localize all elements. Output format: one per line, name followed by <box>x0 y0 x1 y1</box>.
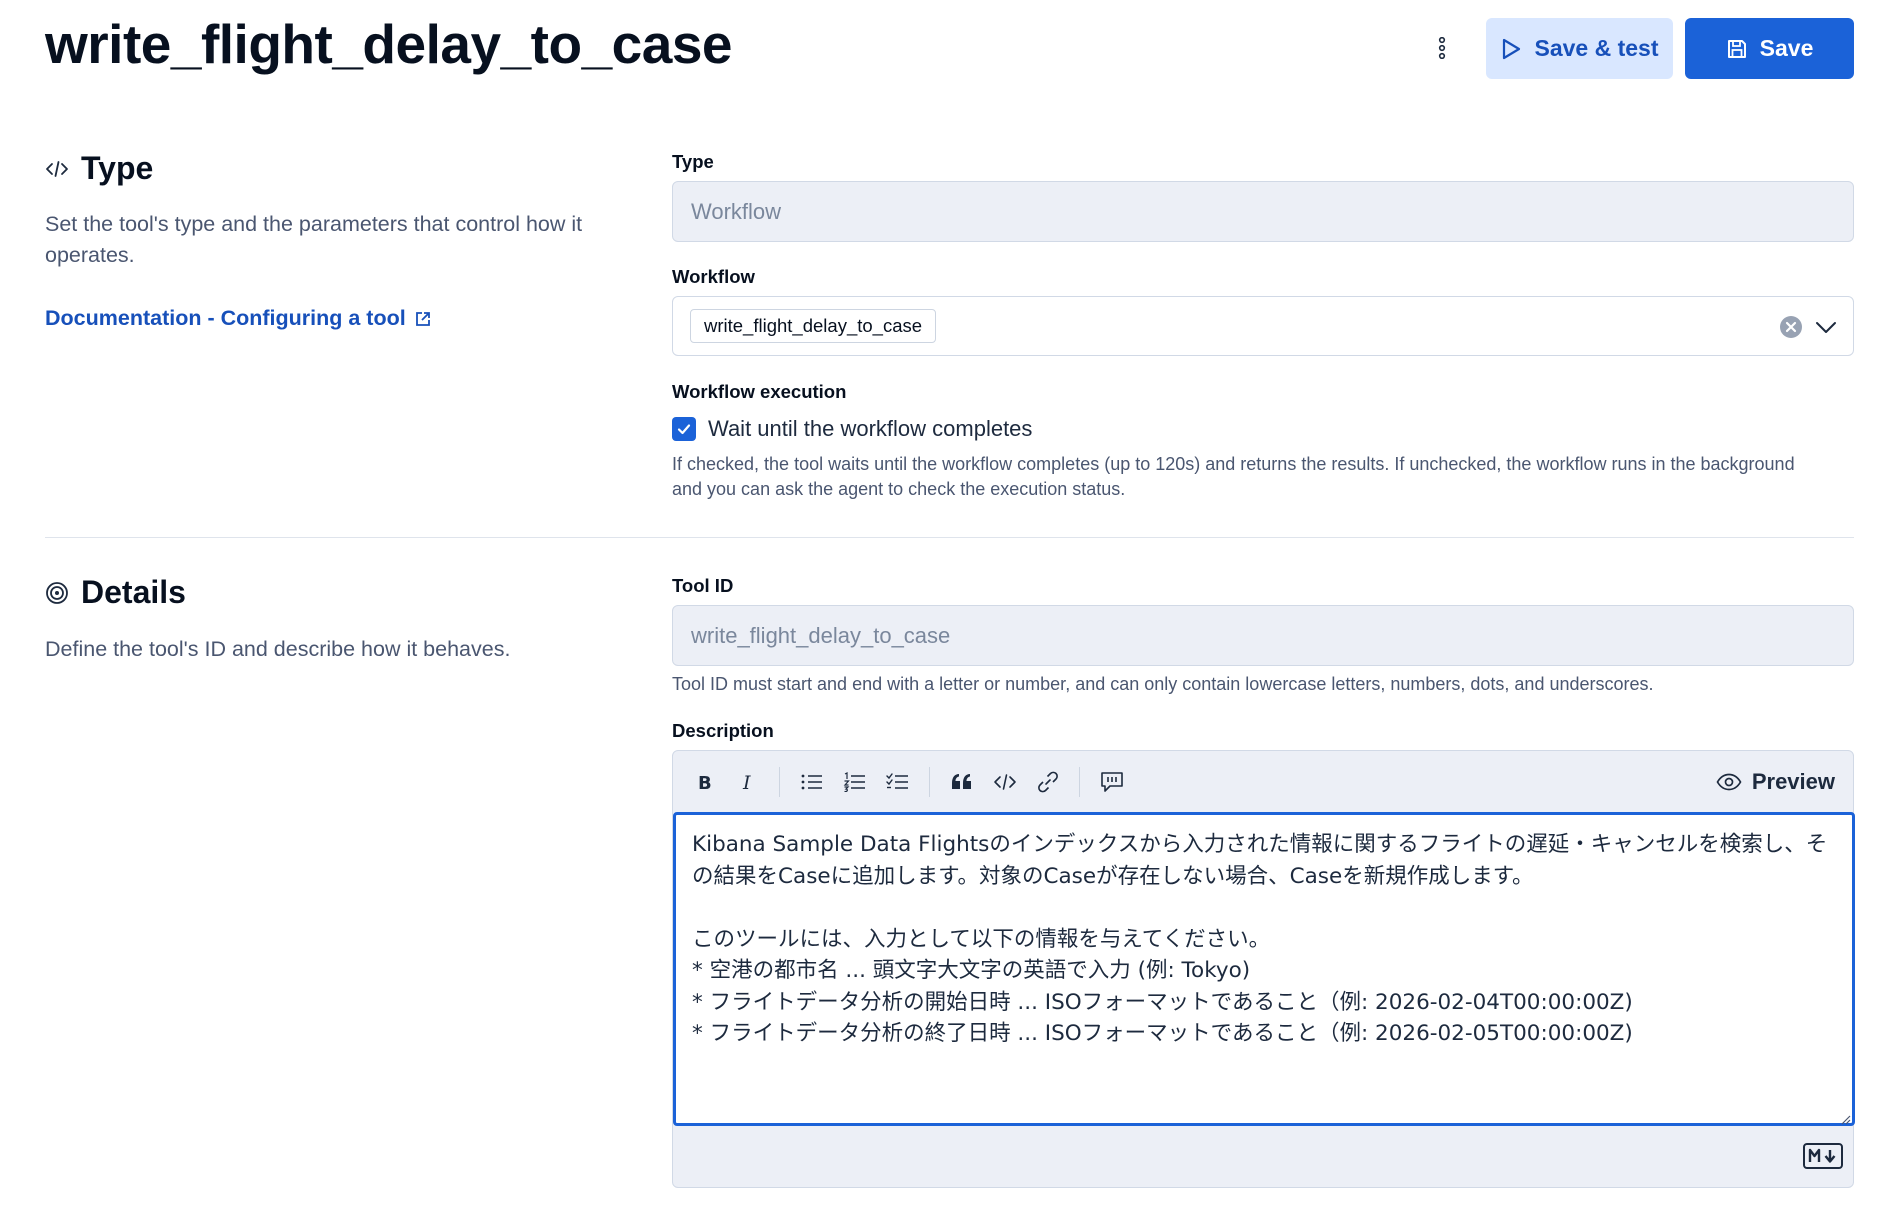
code-icon <box>46 160 68 177</box>
page-title: write_flight_delay_to_case <box>45 13 733 75</box>
numbered-list-button[interactable] <box>833 762 876 802</box>
type-section-description: Set the tool's type and the parameters t… <box>45 212 583 267</box>
checkmark-icon <box>677 424 691 435</box>
documentation-link-label: Documentation - Configuring a tool <box>45 306 406 330</box>
more-actions-button[interactable] <box>1422 28 1462 68</box>
type-field: Workflow <box>672 181 1854 242</box>
bullet-list-button[interactable] <box>790 762 833 802</box>
execution-help-text: If checked, the tool waits until the wor… <box>672 454 1795 499</box>
bold-button[interactable]: B <box>683 762 726 802</box>
preview-button[interactable]: Preview <box>1716 763 1835 801</box>
markdown-editor: B I Preview Kibana Sample Data Flightsのイ… <box>672 750 1855 1188</box>
save-icon <box>1727 39 1746 58</box>
description-textarea[interactable]: Kibana Sample Data Flightsのインデックスから入力された… <box>673 812 1855 1126</box>
link-icon <box>1037 771 1058 793</box>
save-and-test-button[interactable]: Save & test <box>1486 18 1673 79</box>
comment-icon <box>1100 772 1123 792</box>
type-section-header: Type <box>45 150 153 187</box>
toolbar-separator <box>1079 767 1080 797</box>
wait-checkbox-label[interactable]: Wait until the workflow completes <box>708 416 1032 442</box>
resize-handle-icon[interactable] <box>1839 1113 1851 1125</box>
save-and-test-label: Save & test <box>1534 35 1659 61</box>
svg-text:B: B <box>698 773 712 792</box>
italic-button[interactable]: I <box>726 762 769 802</box>
quote-icon <box>951 774 971 789</box>
chevron-down-icon <box>1816 322 1836 333</box>
details-section-header: Details <box>45 574 186 611</box>
task-list-button[interactable] <box>876 762 919 802</box>
tool-id-field: write_flight_delay_to_case <box>672 605 1854 666</box>
quote-button[interactable] <box>940 762 983 802</box>
clear-selection-button[interactable] <box>1779 315 1803 344</box>
comment-button[interactable] <box>1090 762 1133 802</box>
markdown-icon <box>1803 1143 1843 1169</box>
bold-icon: B <box>698 773 712 792</box>
task-list-icon <box>885 773 908 789</box>
workflow-field-label: Workflow <box>672 266 755 287</box>
play-icon <box>1503 38 1521 59</box>
preview-label: Preview <box>1751 769 1835 794</box>
description-label: Description <box>672 720 774 741</box>
toolbar-separator <box>929 767 930 797</box>
wait-checkbox[interactable] <box>672 417 696 441</box>
kebab-icon <box>1438 37 1446 59</box>
workflow-combobox[interactable]: write_flight_delay_to_case <box>672 296 1854 356</box>
external-link-icon <box>415 311 430 326</box>
section-divider <box>45 537 1854 538</box>
toolbar-separator <box>779 767 780 797</box>
link-button[interactable] <box>1026 762 1069 802</box>
code-button[interactable] <box>983 762 1026 802</box>
documentation-link[interactable]: Documentation - Configuring a tool <box>45 306 432 331</box>
details-section-description: Define the tool's ID and describe how it… <box>45 637 511 661</box>
type-field-label: Type <box>672 151 714 172</box>
workflow-chip: write_flight_delay_to_case <box>690 309 937 343</box>
tool-id-help-text: Tool ID must start and end with a letter… <box>672 674 1654 694</box>
wait-checkbox-row: Wait until the workflow completes <box>672 416 1032 442</box>
target-icon <box>46 581 68 604</box>
save-label: Save <box>1759 35 1814 61</box>
eye-icon <box>1716 773 1742 791</box>
editor-toolbar: B I Preview <box>673 751 1853 813</box>
workflow-execution-label: Workflow execution <box>672 381 847 402</box>
clear-icon <box>1780 316 1802 338</box>
italic-icon: I <box>742 772 751 792</box>
tool-id-label: Tool ID <box>672 575 734 596</box>
type-section-title: Type <box>81 150 154 186</box>
code-icon <box>993 774 1016 790</box>
save-button[interactable]: Save <box>1685 18 1854 79</box>
open-dropdown-button[interactable] <box>1815 317 1837 342</box>
details-section-title: Details <box>81 574 186 610</box>
numbered-list-icon <box>843 772 865 792</box>
bullet-list-icon <box>801 774 822 790</box>
svg-text:I: I <box>742 772 751 792</box>
